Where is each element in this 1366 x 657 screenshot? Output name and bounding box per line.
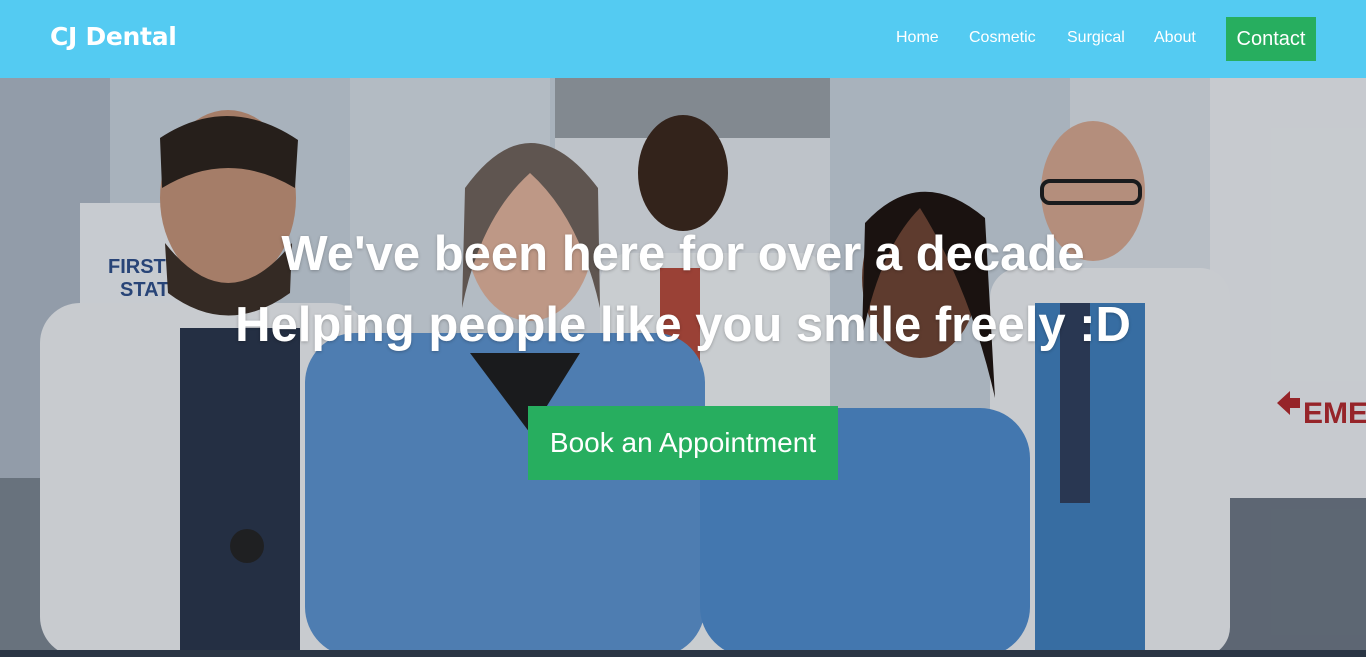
hero-headline-line-2: Helping people like you smile freely :D bbox=[235, 298, 1131, 352]
contact-button[interactable]: Contact bbox=[1226, 17, 1316, 61]
book-appointment-button[interactable]: Book an Appointment bbox=[528, 406, 838, 480]
nav-link-home[interactable]: Home bbox=[896, 29, 939, 47]
hero-section: FIRST STAT EMERGE We've bee bbox=[0, 78, 1366, 657]
hero-dim-overlay bbox=[0, 78, 1366, 657]
hero-headline-line-1: We've been here for over a decade bbox=[281, 227, 1085, 281]
brand-logo[interactable]: CJ Dental bbox=[50, 22, 177, 51]
nav-link-about[interactable]: About bbox=[1154, 29, 1196, 47]
nav-link-surgical[interactable]: Surgical bbox=[1067, 29, 1125, 47]
nav-link-cosmetic[interactable]: Cosmetic bbox=[969, 29, 1036, 47]
top-navbar: CJ Dental Home Cosmetic Surgical About C… bbox=[0, 0, 1366, 78]
